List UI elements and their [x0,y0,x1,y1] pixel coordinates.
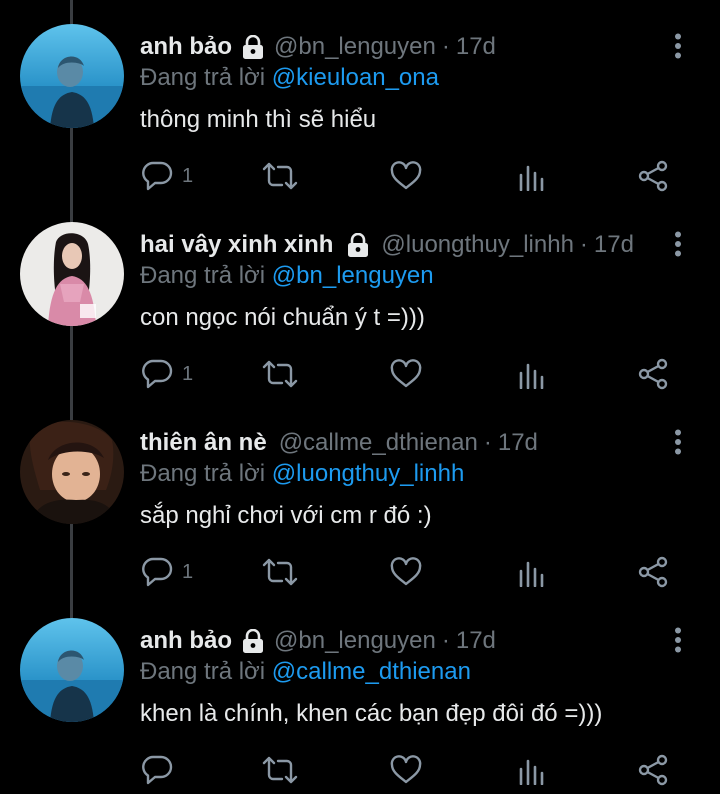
replying-to: Đang trả lời @kieuloan_ona [140,63,439,93]
tweet[interactable]: anh bảo @bn_lenguyen · 17d Đang trả lời … [0,0,720,198]
reply-count: 1 [182,362,194,385]
more-options-icon[interactable] [664,230,692,258]
display-name[interactable]: hai vây xinh xinh [140,230,333,260]
handle[interactable]: @luongthuy_linhh [381,230,574,260]
separator-dot: · [441,627,450,654]
replying-to: Đang trả lời @bn_lenguyen [140,261,434,291]
retweet-button[interactable] [262,156,298,196]
separator-dot: · [441,33,450,60]
reply-button[interactable]: 1 [140,156,193,196]
heart-icon [390,161,422,191]
more-options-icon[interactable] [664,32,692,60]
avatar[interactable] [20,618,124,722]
display-name[interactable]: thiên ân nè [140,428,267,458]
tweet-text: thông minh thì sẽ hiểu [140,106,377,133]
share-icon [638,754,670,786]
reply-icon [140,753,174,787]
reply-prefix: Đang trả lời [140,64,266,91]
share-button[interactable] [638,750,670,790]
like-button[interactable] [390,354,422,394]
analytics-icon [518,557,546,587]
tweet[interactable]: thiên ân nè @callme_dthienan · 17d Đang … [0,396,720,594]
lock-icon [242,35,264,59]
tweet[interactable]: anh bảo @bn_lenguyen · 17d Đang trả lời … [0,594,720,792]
analytics-icon [518,755,546,785]
heart-icon [390,755,422,785]
reply-button[interactable]: 1 [140,552,193,592]
retweet-icon [262,159,298,193]
retweet-button[interactable] [262,750,298,790]
analytics-button[interactable] [518,750,546,790]
retweet-icon [262,753,298,787]
reply-prefix: Đang trả lời [140,262,266,289]
reply-icon [140,357,174,391]
analytics-icon [518,359,546,389]
reply-count: 1 [182,164,194,187]
separator-dot: · [579,231,588,258]
handle[interactable]: @bn_lenguyen [274,32,436,62]
reply-button[interactable]: 1 [140,354,193,394]
reply-target-link[interactable]: @luongthuy_linhh [272,460,465,487]
reply-button[interactable] [140,750,182,790]
share-button[interactable] [638,354,670,394]
timestamp[interactable]: 17d [456,626,496,656]
action-bar: 1 [140,354,700,394]
avatar[interactable] [20,24,124,128]
analytics-icon [518,161,546,191]
tweet-text: con ngọc nói chuẩn ý t =))) [140,304,425,331]
share-button[interactable] [638,156,670,196]
like-button[interactable] [390,156,422,196]
display-name[interactable]: anh bảo [140,32,232,62]
timestamp[interactable]: 17d [594,230,634,260]
retweet-icon [262,357,298,391]
retweet-icon [262,555,298,589]
reply-icon [140,159,174,193]
analytics-button[interactable] [518,354,546,394]
share-button[interactable] [638,552,670,592]
separator-dot: · [483,429,492,456]
heart-icon [390,359,422,389]
like-button[interactable] [390,750,422,790]
analytics-button[interactable] [518,552,546,592]
tweet-text: sắp nghỉ chơi với cm r đó :) [140,502,432,529]
reply-target-link[interactable]: @bn_lenguyen [272,262,434,289]
avatar[interactable] [20,420,124,524]
lock-icon [242,629,264,653]
share-icon [638,556,670,588]
retweet-button[interactable] [262,552,298,592]
reply-target-link[interactable]: @kieuloan_ona [272,64,439,91]
share-icon [638,160,670,192]
lock-icon [347,233,369,257]
replying-to: Đang trả lời @luongthuy_linhh [140,459,464,489]
timestamp[interactable]: 17d [456,32,496,62]
like-button[interactable] [390,552,422,592]
tweet-text: khen là chính, khen các bạn đẹp đôi đó =… [140,700,603,727]
tweet[interactable]: hai vây xinh xinh @luongthuy_linhh · 17d… [0,198,720,396]
reply-prefix: Đang trả lời [140,460,266,487]
action-bar: 1 [140,156,700,196]
heart-icon [390,557,422,587]
timestamp[interactable]: 17d [498,428,538,458]
display-name[interactable]: anh bảo [140,626,232,656]
reply-target-link[interactable]: @callme_dthienan [272,658,471,685]
more-options-icon[interactable] [664,428,692,456]
action-bar: 1 [140,552,700,592]
handle[interactable]: @callme_dthienan [279,428,478,458]
handle[interactable]: @bn_lenguyen [274,626,436,656]
action-bar [140,750,700,790]
retweet-button[interactable] [262,354,298,394]
reply-icon [140,555,174,589]
more-options-icon[interactable] [664,626,692,654]
replying-to: Đang trả lời @callme_dthienan [140,657,471,687]
reply-count: 1 [182,560,194,583]
avatar[interactable] [20,222,124,326]
share-icon [638,358,670,390]
reply-prefix: Đang trả lời [140,658,266,685]
analytics-button[interactable] [518,156,546,196]
